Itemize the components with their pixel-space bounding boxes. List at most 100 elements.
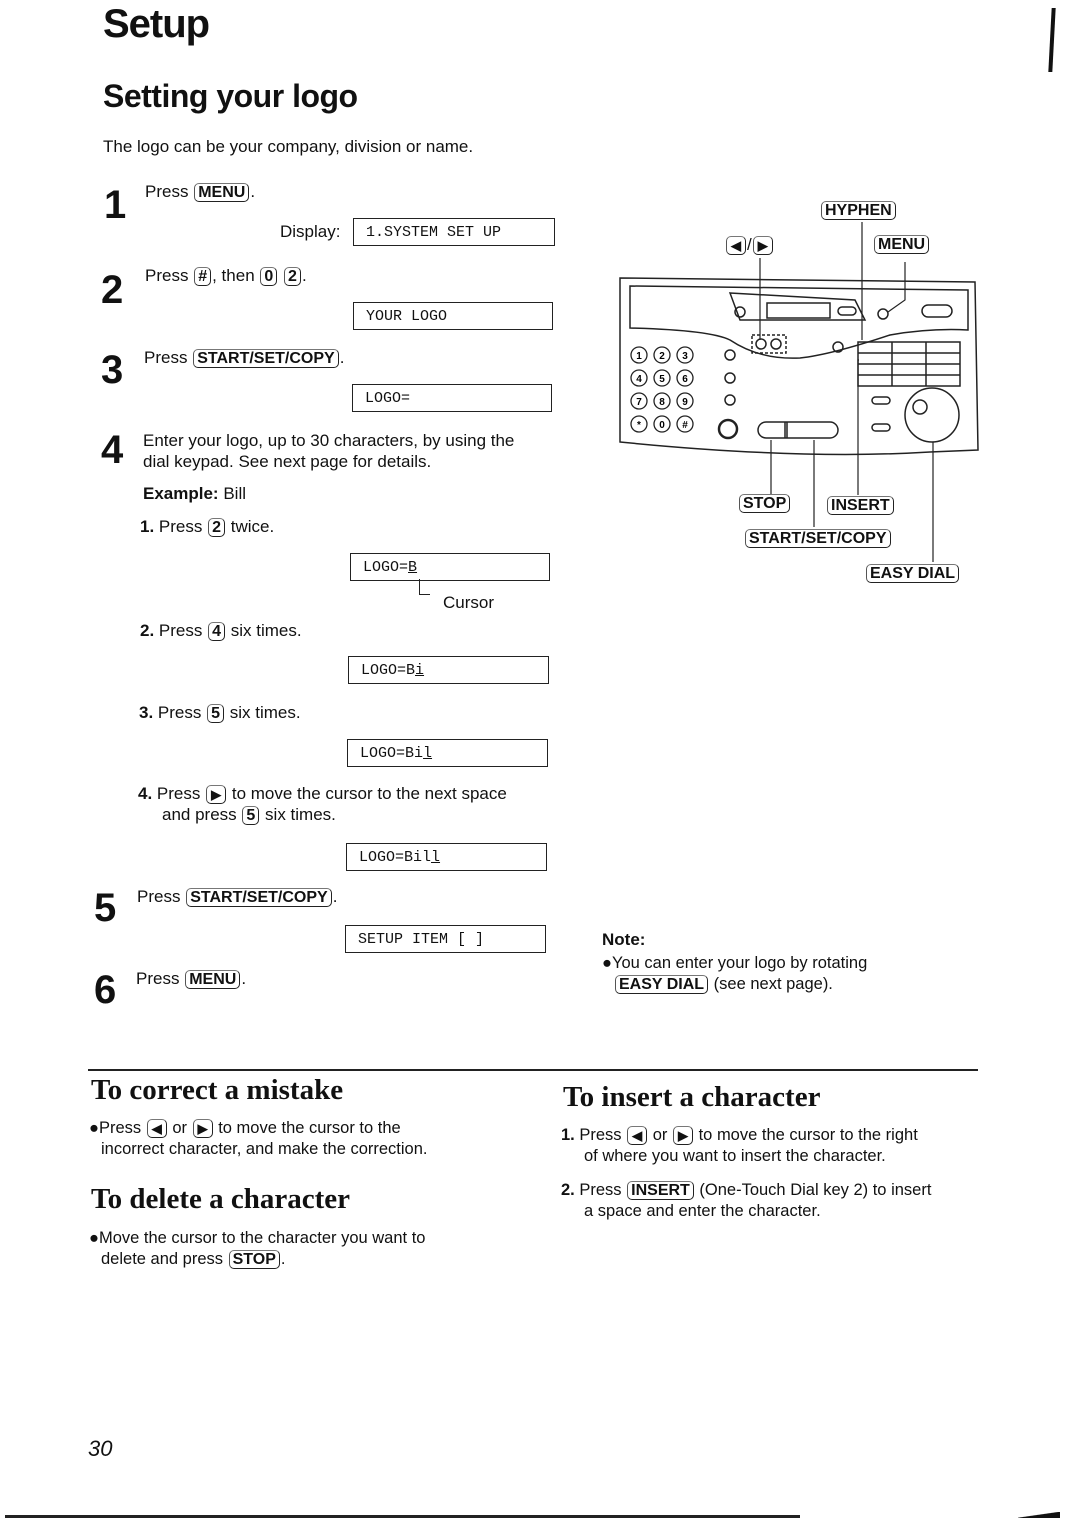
keypad-label: 5 [659, 374, 665, 385]
correct-text: ●Press ◀ or ▶ to move the cursor to the … [89, 1118, 428, 1160]
digit-4-key: 4 [208, 622, 226, 641]
step-number: 3 [101, 348, 124, 392]
keypad-label: 6 [682, 374, 688, 385]
fax-panel-diagram: 1 2 3 4 5 6 7 8 9 * 0 # HYPHEN ◀ / ▶ MENU STOP INSERT… [600, 190, 990, 590]
lcd-display: LOGO=Bil [347, 739, 548, 767]
handset-button [921, 304, 953, 318]
lcd-display: LOGO= [352, 384, 552, 412]
keypad-label: 4 [636, 374, 642, 385]
lcd-cursor-char: l [431, 849, 441, 866]
item-text: of where you want to insert the characte… [584, 1147, 886, 1165]
display-label: Display: [280, 222, 341, 241]
step-punct: . [339, 348, 345, 367]
item-text: a space and enter the character. [584, 1202, 821, 1220]
stop-key: STOP [228, 1250, 280, 1269]
page-number: 30 [88, 1436, 113, 1461]
arrow-keys-callout: ◀ / ▶ [725, 235, 774, 255]
substep-text: to move the cursor to the next space [231, 784, 507, 803]
stop-callout: STOP [738, 493, 791, 513]
substep: 3. Press 5 six times. [139, 702, 301, 723]
menu-button-shape [877, 308, 889, 320]
lcd-text: LOGO= [363, 559, 409, 576]
dial-keypad: 1 2 3 4 5 6 7 8 9 * 0 # [630, 346, 694, 433]
left-arrow-key: ◀ [627, 1126, 648, 1145]
keypad-label: 3 [682, 351, 688, 362]
insert-callout: INSERT [826, 495, 895, 515]
right-arrow-key: ▶ [673, 1126, 693, 1145]
lcd-display: YOUR LOGO [353, 302, 553, 330]
right-arrow-button [770, 338, 782, 350]
lcd-cursor-char: i [415, 662, 425, 679]
step-punct: . [332, 887, 338, 906]
digit-5-key: 5 [242, 806, 260, 825]
start-callout: START/SET/COPY [744, 528, 892, 548]
keypad-label: # [682, 420, 688, 431]
separator: / [747, 235, 752, 254]
note-line: (see next page). [713, 975, 833, 993]
lcd-text: LOGO=Bi [360, 745, 424, 762]
step-instruction: Press START/SET/COPY. [144, 347, 344, 368]
step-text: , then [212, 266, 255, 285]
item-text: to move the cursor to the right [698, 1126, 918, 1144]
insert-key: INSERT [827, 496, 894, 515]
menu-key: MENU [185, 970, 241, 989]
step-text: Press [137, 887, 181, 906]
small-button [837, 306, 857, 316]
example-label: Example: [143, 484, 219, 503]
insert-heading: To insert a character [563, 1081, 821, 1113]
bullet-punct: . [280, 1250, 286, 1268]
keypad-label: 7 [636, 397, 642, 408]
substep-number: 1. [140, 517, 155, 536]
item-text: Press [579, 1126, 622, 1144]
redial-button [717, 418, 739, 440]
note-line: ●You can enter your logo by rotating [602, 954, 868, 972]
insert-item: 1. Press ◀ or ▶ to move the cursor to th… [561, 1125, 918, 1167]
step-instruction: Press START/SET/COPY. [137, 886, 337, 907]
substep-text: six times. [265, 805, 336, 824]
page-title: Setting your logo [103, 78, 358, 114]
start-set-copy-key: START/SET/COPY [745, 529, 891, 548]
step-instruction: Enter your logo, up to 30 characters, by… [143, 430, 514, 472]
bullet-text: ●Press [89, 1119, 142, 1137]
substep-text: Press [157, 703, 202, 722]
item-text: or [652, 1126, 668, 1144]
hyphen-key: HYPHEN [821, 201, 896, 220]
step-text-line: Enter your logo, up to 30 characters, by… [143, 431, 515, 450]
bullet-text: or [172, 1119, 188, 1137]
substep-number: 4. [138, 784, 153, 803]
step-text: Press [144, 348, 188, 367]
easy-dial-wheel [904, 387, 960, 443]
keypad-label: 9 [682, 397, 688, 408]
step-punct: . [250, 182, 256, 201]
substep-text: twice. [230, 517, 275, 536]
right-arrow-key: ▶ [752, 236, 773, 255]
lcd-text: LOGO=Bil [359, 849, 432, 866]
step-instruction: Press MENU. [136, 968, 246, 989]
menu-key: MENU [194, 183, 250, 202]
substep-number: 2. [140, 621, 155, 640]
step-number: 1 [104, 183, 127, 227]
hyphen-callout: HYPHEN [820, 200, 897, 220]
example-value: Bill [223, 484, 246, 503]
section-title: Setup [103, 2, 210, 46]
substep-text: six times. [230, 621, 302, 640]
cursor-callout-line [419, 579, 430, 595]
substep-number: 3. [139, 703, 154, 722]
insert-item: 2. Press INSERT (One-Touch Dial key 2) t… [561, 1180, 931, 1222]
easy-dial-key: EASY DIAL [615, 975, 709, 994]
menu-callout: MENU [873, 234, 930, 254]
substep-text: Press [156, 784, 201, 803]
margin-edge-mark [1048, 8, 1056, 72]
example: Example: Bill [143, 483, 246, 504]
lcd-display: LOGO=B [350, 553, 550, 581]
cursor-annotation: Cursor [443, 593, 495, 612]
substep: 4. Press ▶ to move the cursor to the nex… [138, 783, 507, 825]
stop-start-bar [757, 421, 839, 439]
intro-text: The logo can be your company, division o… [103, 137, 474, 156]
digit-5-key: 5 [207, 704, 225, 723]
note-title: Note: [602, 930, 646, 949]
digit-2-key: 2 [284, 267, 301, 286]
menu-key: MENU [874, 235, 930, 254]
keypad-label: 8 [659, 397, 665, 408]
item-number: 2. [561, 1181, 575, 1199]
